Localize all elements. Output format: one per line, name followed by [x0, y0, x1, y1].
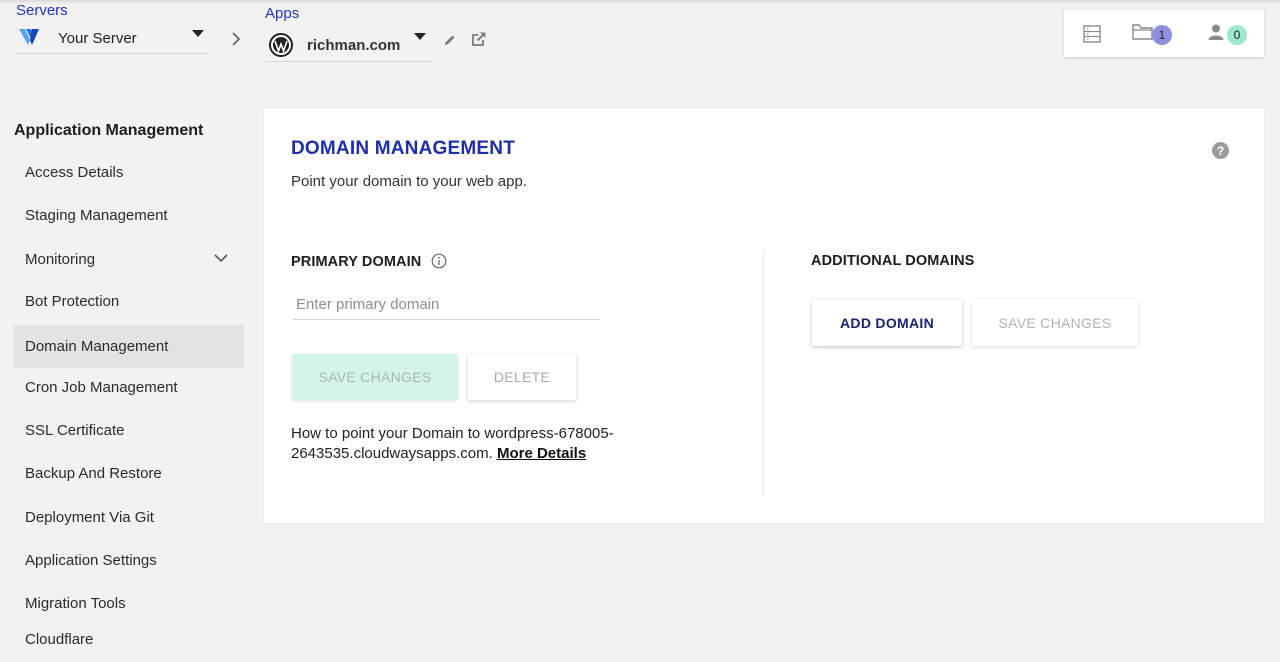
- info-icon[interactable]: [431, 253, 447, 274]
- sidebar-item-staging-management[interactable]: Staging Management: [14, 194, 244, 237]
- additional-domains-title: ADDITIONAL DOMAINS: [811, 253, 975, 269]
- sidebar-title: Application Management: [14, 122, 204, 139]
- sidebar-item-bot-protection[interactable]: Bot Protection: [14, 280, 244, 323]
- sidebar-item-ssl-certificate[interactable]: SSL Certificate: [14, 409, 244, 452]
- sidebar-item-label: Domain Management: [25, 338, 169, 355]
- server-selector[interactable]: Your Server: [16, 24, 211, 54]
- sidebar-item-label: Access Details: [25, 164, 124, 181]
- edit-pencil-icon[interactable]: [443, 33, 457, 52]
- sidebar-item-label: Backup And Restore: [25, 465, 162, 482]
- sidebar-item-label: Staging Management: [25, 207, 168, 224]
- sidebar-item-label: SSL Certificate: [25, 422, 125, 439]
- team-members-button[interactable]: 0: [1207, 23, 1247, 46]
- sidebar-item-label: Deployment Via Git: [25, 509, 154, 526]
- chevron-down-icon[interactable]: [192, 30, 204, 37]
- sidebar-item-cron-job-management[interactable]: Cron Job Management: [14, 366, 244, 409]
- sidebar-item-application-settings[interactable]: Application Settings: [14, 539, 244, 582]
- additional-save-changes-button[interactable]: SAVE CHANGES: [972, 300, 1138, 346]
- user-icon: [1207, 23, 1225, 46]
- sidebar-item-access-details[interactable]: Access Details: [14, 151, 244, 194]
- top-shadow: [0, 0, 1280, 4]
- primary-save-changes-button[interactable]: SAVE CHANGES: [292, 354, 458, 400]
- more-details-link[interactable]: More Details: [497, 445, 586, 462]
- server-list-icon[interactable]: [1083, 25, 1101, 43]
- external-link-icon[interactable]: [471, 31, 487, 52]
- chevron-down-icon[interactable]: [414, 33, 426, 40]
- sidebar-item-domain-management[interactable]: Domain Management: [14, 325, 244, 368]
- sidebar-item-cloudflare[interactable]: Cloudflare: [14, 619, 244, 659]
- help-question-icon[interactable]: ?: [1212, 142, 1229, 159]
- top-right-widget: 1 0: [1064, 10, 1264, 57]
- app-selector[interactable]: richman.com: [265, 29, 432, 62]
- column-divider: [763, 251, 764, 496]
- primary-domain-input[interactable]: [293, 290, 600, 320]
- folder-count-badge: 1: [1152, 24, 1172, 45]
- sidebar-item-deployment-via-git[interactable]: Deployment Via Git: [14, 496, 244, 539]
- server-name: Your Server: [58, 30, 137, 47]
- add-domain-button[interactable]: ADD DOMAIN: [812, 300, 962, 346]
- app-name: richman.com: [307, 36, 401, 54]
- chevron-right-icon: [231, 30, 241, 51]
- sidebar-item-label: Migration Tools: [25, 595, 126, 612]
- sidebar-item-label: Application Settings: [25, 552, 157, 569]
- page-title: DOMAIN MANAGEMENT: [291, 138, 515, 159]
- folder-icon: [1132, 23, 1154, 46]
- sidebar-item-label: Monitoring: [25, 251, 96, 268]
- sidebar-item-label: Cron Job Management: [25, 379, 178, 396]
- page-subtitle: Point your domain to your web app.: [291, 173, 527, 190]
- chevron-down-icon[interactable]: [214, 250, 228, 267]
- users-count-badge: 0: [1227, 24, 1247, 45]
- sidebar-item-label: Bot Protection: [25, 293, 120, 310]
- sidebar-item-monitoring[interactable]: Monitoring: [14, 238, 244, 281]
- vultr-logo-icon: [19, 26, 47, 51]
- wordpress-logo-icon: [269, 33, 293, 57]
- sidebar-item-label: Cloudflare: [25, 630, 94, 648]
- delete-button[interactable]: DELETE: [468, 354, 576, 400]
- sidebar-item-backup-and-restore[interactable]: Backup And Restore: [14, 452, 244, 495]
- domain-management-card: DOMAIN MANAGEMENT Point your domain to y…: [264, 109, 1264, 523]
- servers-label: Servers: [16, 2, 68, 19]
- apps-label: Apps: [265, 5, 300, 22]
- howto-text-block: How to point your Domain to wordpress-67…: [291, 424, 711, 464]
- primary-domain-title: PRIMARY DOMAIN: [291, 254, 422, 270]
- applications-folder-button[interactable]: 1: [1132, 23, 1172, 46]
